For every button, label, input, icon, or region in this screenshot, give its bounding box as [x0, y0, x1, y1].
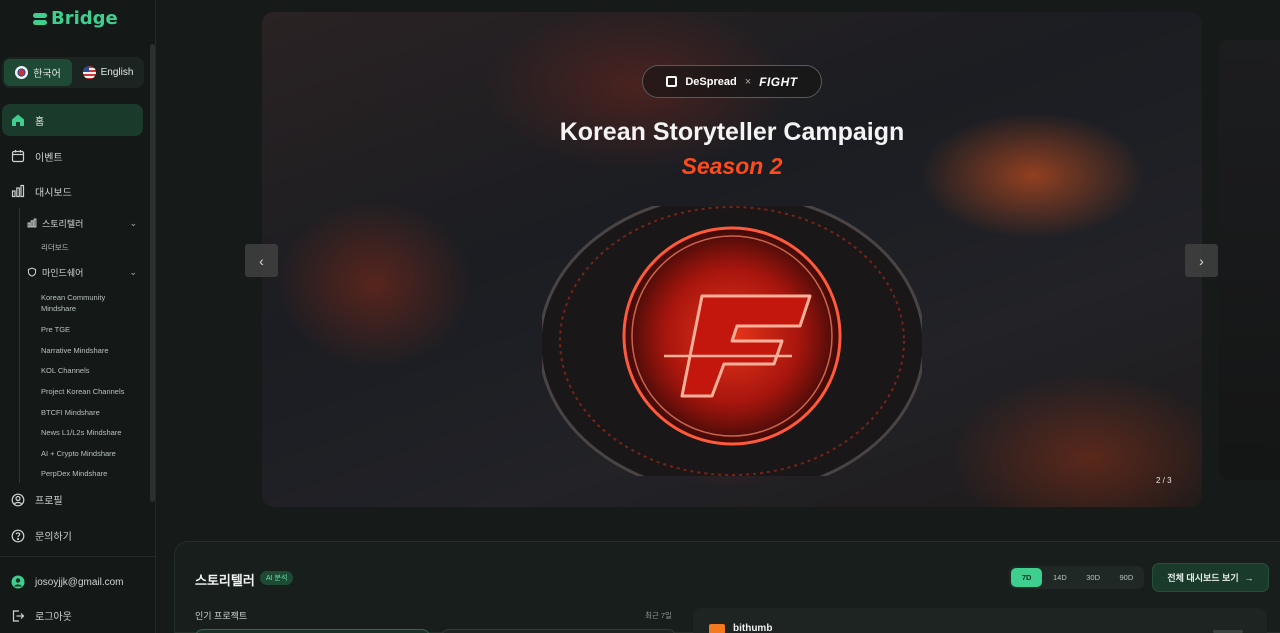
carousel-next-slide-peek[interactable]	[1219, 40, 1280, 480]
featured-project-card[interactable]	[693, 608, 1267, 633]
shield-icon	[27, 267, 37, 277]
period-selector: 7D 14D 30D 90D	[1009, 566, 1144, 589]
lang-english-label: English	[100, 67, 134, 78]
partner-fight: FIGHT	[759, 74, 798, 89]
full-dashboard-button[interactable]: 전체 대시보드 보기 →	[1152, 563, 1269, 592]
recent-period-label: 최근 7일	[645, 611, 672, 620]
nav-item-contact[interactable]: 문의하기	[11, 528, 72, 543]
featured-project-header: bithumb	[709, 623, 772, 633]
project-card[interactable]	[195, 629, 430, 633]
project-card[interactable]	[441, 629, 676, 633]
sidebar-item-korean-community-mindshare[interactable]: Korean Community Mindshare	[41, 292, 141, 314]
storyteller-label: 스토리텔러	[42, 218, 84, 229]
brand-logo[interactable]: Bridge	[33, 8, 118, 29]
hero-title: Korean Storyteller Campaign	[559, 118, 905, 146]
storyteller-panel-title: 스토리텔러	[195, 573, 255, 588]
nav-item-dashboard[interactable]: 대시보드	[2, 175, 143, 207]
sidebar: Bridge 한국어 English 홈 이벤트 대시보드 스토리텔러 ⌄ 리더…	[0, 0, 156, 633]
period-90d[interactable]: 90D	[1111, 568, 1142, 587]
partner-badge: DeSpread × FIGHT	[642, 65, 822, 98]
sidebar-item-news-l1l2s-mindshare[interactable]: News L1/L2s Mindshare	[41, 427, 141, 438]
period-7d[interactable]: 7D	[1011, 568, 1043, 587]
chevron-left-icon: ‹	[259, 252, 264, 269]
sidebar-item-pre-tge[interactable]: Pre TGE	[41, 324, 141, 335]
sidebar-item-mindshare[interactable]: 마인드쉐어 ⌄	[27, 261, 143, 283]
brand-name: Bridge	[51, 8, 118, 29]
logout-button[interactable]: 로그아웃	[11, 608, 72, 623]
lang-english-button[interactable]: English	[74, 59, 142, 86]
sidebar-scrollbar[interactable]	[150, 44, 155, 502]
mindshare-label: 마인드쉐어	[42, 267, 84, 278]
lang-korean-button[interactable]: 한국어	[4, 59, 72, 86]
user-avatar-icon	[11, 575, 25, 589]
nav-profile-label: 프로필	[35, 496, 63, 507]
help-circle-icon	[11, 529, 25, 543]
korea-flag-icon	[15, 66, 29, 79]
chevron-right-icon: ›	[1199, 252, 1204, 269]
popular-projects-label: 인기 프로젝트	[195, 611, 248, 621]
full-dashboard-label: 전체 대시보드 보기	[1167, 573, 1239, 583]
user-email: josoyjjk@gmail.com	[35, 576, 124, 588]
nav-item-events[interactable]: 이벤트	[2, 140, 143, 172]
sidebar-item-btcfi-mindshare[interactable]: BTCFI Mindshare	[41, 407, 141, 418]
featured-project-name: bithumb	[733, 623, 773, 633]
hero-carousel-slide[interactable]: DeSpread × FIGHT Korean Storyteller Camp…	[262, 12, 1202, 507]
bar-chart-icon	[11, 184, 25, 198]
despread-logo-icon	[666, 76, 678, 87]
sidebar-item-ai-crypto-mindshare[interactable]: AI + Crypto Mindshare	[41, 448, 141, 459]
partner-despread: DeSpread	[685, 75, 737, 88]
nav-dashboard-label: 대시보드	[35, 187, 72, 199]
period-14d[interactable]: 14D	[1044, 568, 1075, 587]
home-icon	[11, 113, 25, 127]
submenu-guide-line	[19, 208, 20, 483]
nav-events-label: 이벤트	[35, 152, 63, 164]
language-switch: 한국어 English	[2, 57, 144, 88]
nav-contact-label: 문의하기	[35, 532, 72, 543]
sidebar-item-project-korean-channels[interactable]: Project Korean Channels	[41, 386, 141, 397]
sidebar-item-perpdex-mindshare[interactable]: PerpDex Mindshare	[41, 468, 141, 479]
chevron-down-icon: ⌄	[129, 266, 137, 277]
bridge-logo-icon	[33, 12, 47, 25]
period-30d[interactable]: 30D	[1078, 568, 1109, 587]
logout-icon	[11, 609, 25, 623]
nav-home-label: 홈	[35, 116, 45, 128]
bithumb-logo-icon	[709, 623, 725, 633]
us-flag-icon	[82, 66, 96, 79]
logout-label: 로그아웃	[35, 612, 72, 623]
sidebar-item-narrative-mindshare[interactable]: Narrative Mindshare	[41, 345, 141, 356]
sidebar-item-leaderboard[interactable]: 리더보드	[41, 242, 141, 253]
chevron-down-icon: ⌄	[129, 217, 137, 228]
arrow-right-icon: →	[1244, 572, 1254, 583]
partner-separator: ×	[744, 75, 752, 88]
user-account[interactable]: josoyjjk@gmail.com	[11, 575, 124, 589]
lang-korean-label: 한국어	[33, 69, 61, 80]
user-circle-icon	[11, 493, 25, 507]
sidebar-item-kol-channels[interactable]: KOL Channels	[41, 365, 141, 376]
nav-item-profile[interactable]: 프로필	[11, 492, 63, 507]
calendar-icon	[11, 149, 25, 163]
carousel-next-button[interactable]: ›	[1185, 244, 1218, 277]
sidebar-divider	[0, 556, 156, 557]
carousel-counter: 2 / 3	[1156, 476, 1172, 485]
hero-subtitle: Season 2	[681, 153, 783, 179]
bar-chart-icon	[27, 218, 37, 228]
carousel-prev-button[interactable]: ‹	[245, 244, 278, 277]
nav-item-home[interactable]: 홈	[2, 104, 143, 136]
fight-coin-image	[542, 206, 922, 476]
ai-analysis-badge: AI 분석	[260, 571, 294, 585]
sidebar-item-storyteller[interactable]: 스토리텔러 ⌄	[27, 212, 143, 234]
